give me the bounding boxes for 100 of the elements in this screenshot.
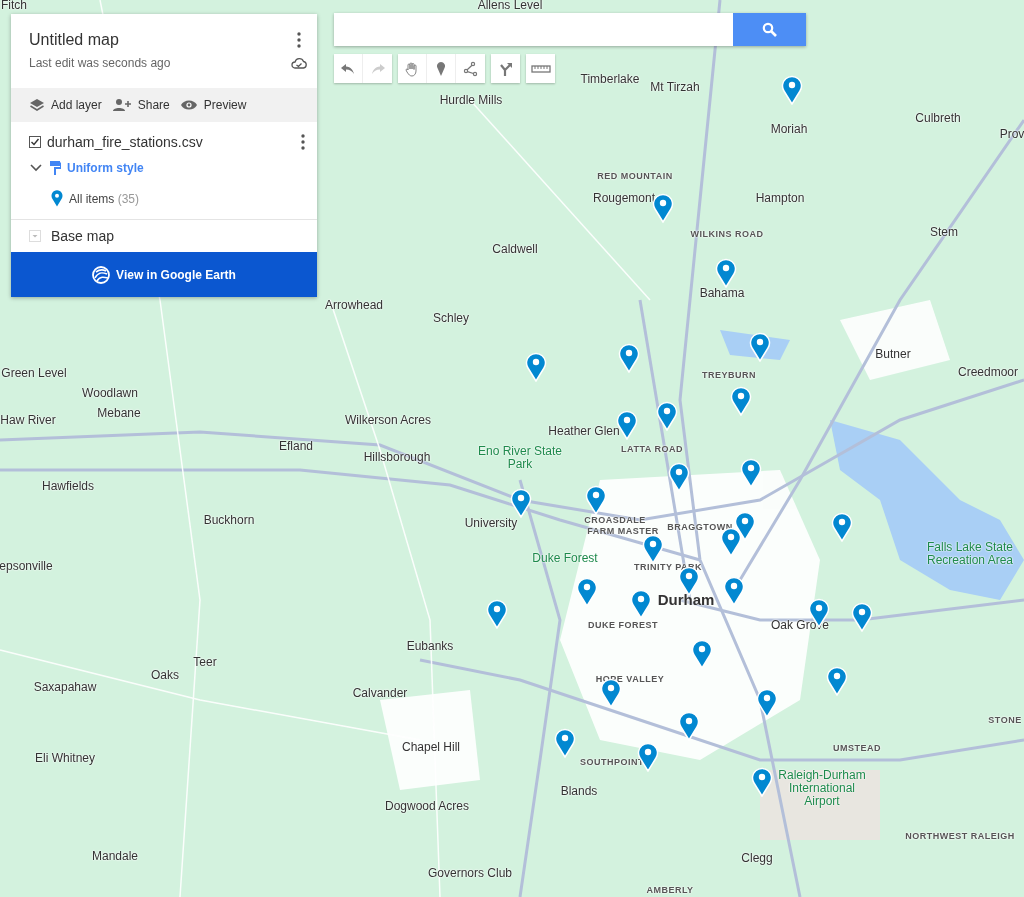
place-label: Hillsborough (363, 451, 431, 465)
place-label: Woodlawn (82, 387, 138, 401)
map-pin-icon[interactable] (678, 711, 700, 741)
place-label: Raleigh-Durham International Airport (777, 769, 867, 809)
place-label: University (464, 517, 518, 531)
add-person-icon (111, 98, 132, 112)
tool-button[interactable] (334, 54, 363, 83)
map-pin-icon[interactable] (656, 401, 678, 431)
map-pin-icon[interactable] (510, 488, 532, 518)
marker-icon (436, 60, 446, 77)
map-pin-icon[interactable] (668, 462, 690, 492)
more-icon (301, 134, 305, 150)
map-pin-icon[interactable] (851, 602, 873, 632)
place-label: Eubanks (406, 640, 454, 654)
place-label: WILKINS ROAD (690, 230, 764, 240)
eye-icon (179, 99, 198, 111)
more-button[interactable] (299, 132, 307, 152)
place-label: Falls Lake State Recreation Area (925, 540, 1015, 568)
paint-roller-icon (49, 160, 61, 176)
map-pin-icon[interactable] (618, 343, 640, 373)
action-button[interactable]: Preview (179, 98, 247, 112)
place-label: Wilkerson Acres (345, 414, 431, 428)
map-pin-icon[interactable] (749, 332, 771, 362)
map-pin-icon[interactable] (554, 728, 576, 758)
place-label: Arrowhead (325, 299, 383, 313)
earth-logo-icon (92, 265, 111, 284)
map-pin-icon[interactable] (691, 639, 713, 669)
place-label: Green Level (1, 367, 67, 381)
style-link[interactable]: Uniform style (67, 161, 144, 175)
place-label: Eno River State Park (476, 444, 563, 472)
layer-checkbox[interactable] (29, 136, 41, 148)
chevron-icon[interactable] (29, 163, 43, 173)
tool-button[interactable] (456, 54, 485, 83)
place-label: TREYBURN (702, 371, 756, 381)
place-label: CROASDALE (584, 516, 646, 526)
map-pin-icon[interactable] (525, 352, 547, 382)
action-button[interactable]: Share (111, 98, 170, 112)
tool-button[interactable] (491, 54, 520, 83)
place-label: Hurdle Mills (439, 94, 503, 108)
place-label: Stem (930, 226, 958, 240)
map-pin-icon[interactable] (642, 534, 664, 564)
map-pin-icon[interactable] (630, 589, 652, 619)
place-label: Creedmoor (958, 366, 1018, 380)
map-pin-icon[interactable] (730, 386, 752, 416)
more-icon (297, 32, 301, 48)
map-pin-icon[interactable] (756, 688, 778, 718)
place-label: Prov (999, 128, 1024, 142)
google-earth-button[interactable]: View in Google Earth (11, 252, 317, 297)
place-label: Moriah (770, 123, 808, 137)
tool-button[interactable] (427, 54, 456, 83)
place-label: NORTHWEST RALEIGH (905, 832, 1015, 842)
last-edit-text: Last edit was seconds ago (29, 56, 172, 70)
place-label: Haw River (0, 414, 56, 428)
map-pin-icon[interactable] (576, 577, 598, 607)
cloud-icon (291, 57, 307, 69)
place-label: DUKE FOREST (588, 621, 658, 631)
base-map-row[interactable]: Base map (11, 220, 317, 252)
layers-icon (29, 98, 45, 112)
map-pin-icon[interactable] (826, 666, 848, 696)
search-field[interactable] (334, 13, 733, 46)
place-label: Hampton (755, 192, 805, 206)
map-pin-icon[interactable] (486, 599, 508, 629)
tool-button[interactable] (398, 54, 427, 83)
place-label: Allens Level (477, 0, 543, 13)
place-label: Schley (433, 312, 469, 326)
place-label: Teer (193, 656, 217, 670)
place-label: Mebane (97, 407, 141, 421)
action-button[interactable]: Add layer (29, 98, 102, 112)
map-pin-icon[interactable] (585, 485, 607, 515)
layer-name: durham_fire_stations.csv (47, 134, 204, 150)
place-label: Saxapahaw (33, 681, 97, 695)
map-title: Untitled map (29, 31, 120, 49)
place-label: RED MOUNTAIN (597, 172, 673, 182)
all-items-label[interactable]: All items (35) (69, 191, 140, 206)
place-label: AMBERLY (646, 886, 694, 896)
place-label: Butner (875, 348, 911, 362)
place-label: Calvander (352, 687, 408, 701)
place-label: Culbreth (915, 112, 961, 126)
map-pin-icon[interactable] (715, 258, 737, 288)
map-pin-icon[interactable] (831, 512, 853, 542)
place-label: SOUTHPOINT (580, 758, 644, 768)
map-pin-icon[interactable] (751, 767, 773, 797)
place-label: Buckhorn (203, 514, 255, 528)
place-label: Fitch (1, 0, 27, 13)
place-label: Duke Forest (532, 552, 598, 566)
place-label: Rougemont (593, 192, 655, 206)
map-pin-icon[interactable] (781, 75, 803, 105)
place-label: Mt Tirzah (650, 81, 700, 95)
map-pin-icon[interactable] (723, 576, 745, 606)
place-label: epsonville (0, 560, 53, 574)
map-pin-icon[interactable] (740, 458, 762, 488)
pin-icon (51, 190, 63, 207)
tool-button[interactable] (526, 54, 555, 83)
place-label: Mandale (92, 850, 138, 864)
place-label: Heather Glen (548, 425, 620, 439)
map-pin-icon[interactable] (678, 566, 700, 596)
map-pin-icon[interactable] (734, 511, 756, 541)
ruler-icon (530, 63, 551, 74)
place-label: Dogwood Acres (385, 800, 469, 814)
search-button[interactable] (733, 13, 806, 46)
